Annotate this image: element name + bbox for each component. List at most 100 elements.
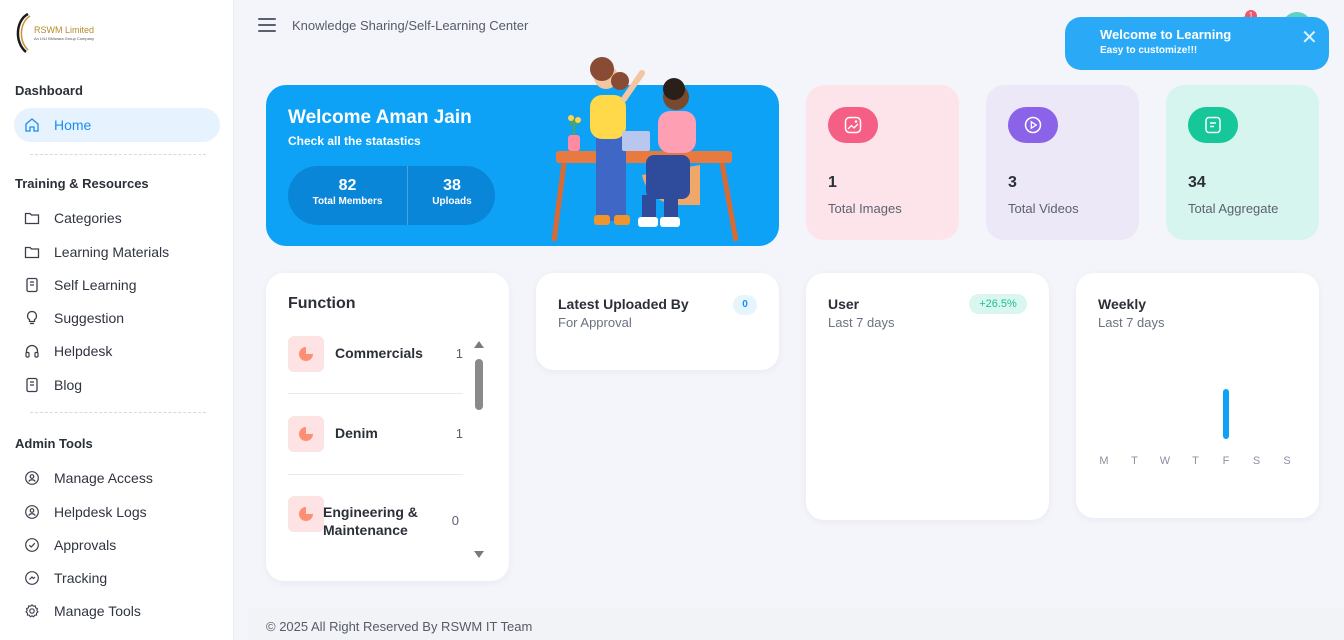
chart-tick-label: M <box>1099 455 1108 467</box>
chart-bar <box>1223 389 1229 439</box>
scroll-down-icon[interactable] <box>474 551 484 558</box>
tile-total-videos[interactable]: 3 Total Videos <box>986 85 1139 240</box>
sidebar-item-label: Home <box>54 117 92 133</box>
welcome-stats: 82 Total Members 38 Uploads <box>288 166 495 225</box>
sidebar-item-label: Self Learning <box>54 277 137 293</box>
stat-label: Uploads <box>432 196 472 207</box>
stat-value: 82 <box>338 177 357 194</box>
change-badge: +26.5% <box>969 294 1027 314</box>
toast-title: Welcome to Learning <box>1100 27 1232 42</box>
tracking-icon <box>24 570 40 586</box>
user-circle-icon <box>24 470 40 486</box>
sidebar-divider <box>30 154 206 155</box>
play-icon <box>1008 107 1058 143</box>
stat-total-members: 82 Total Members <box>288 166 408 225</box>
sidebar: RSWM Limited An LNJ Bhilwara Group Compa… <box>0 0 234 640</box>
sidebar-item-label: Helpdesk <box>54 343 113 359</box>
welcome-card: Welcome Aman Jain Check all the statasti… <box>266 57 779 246</box>
scroll-up-icon[interactable] <box>474 341 484 348</box>
sidebar-item-categories[interactable]: Categories <box>14 201 220 235</box>
sidebar-item-label: Manage Tools <box>54 603 141 619</box>
section-title-dashboard: Dashboard <box>15 83 83 98</box>
sidebar-item-home[interactable]: Home <box>14 108 220 142</box>
card-subtitle: Last 7 days <box>828 315 895 330</box>
lightbulb-icon <box>24 310 40 326</box>
footer-text: © 2025 All Right Reserved By RSWM IT Tea… <box>266 619 533 634</box>
brand-name: RSWM Limited <box>34 24 95 35</box>
tile-value: 34 <box>1188 174 1206 191</box>
scrollbar[interactable] <box>474 341 484 561</box>
tile-value: 3 <box>1008 174 1017 191</box>
tile-total-aggregate[interactable]: 34 Total Aggregate <box>1166 85 1319 240</box>
weekly-card: Weekly Last 7 days M T W T F S S <box>1076 273 1319 518</box>
card-title: Weekly <box>1098 296 1146 312</box>
sidebar-item-suggestion[interactable]: Suggestion <box>14 301 220 335</box>
section-title-training: Training & Resources <box>15 176 149 191</box>
folder-icon <box>24 210 40 226</box>
function-count: 0 <box>451 513 459 528</box>
sidebar-item-label: Suggestion <box>54 310 125 326</box>
card-subtitle: Last 7 days <box>1098 315 1165 330</box>
sidebar-item-approvals[interactable]: Approvals <box>14 528 220 562</box>
chart-tick-label: T <box>1131 455 1138 467</box>
home-icon <box>24 117 40 133</box>
user-circle-icon <box>24 504 40 520</box>
welcome-illustration <box>551 57 739 242</box>
sidebar-item-learning-materials[interactable]: Learning Materials <box>14 235 220 269</box>
pie-chart-icon <box>288 336 324 372</box>
stat-value: 38 <box>443 177 461 194</box>
chart-tick-label: S <box>1283 455 1290 467</box>
sidebar-item-manage-access[interactable]: Manage Access <box>14 461 220 495</box>
chart-tick-label: S <box>1253 455 1260 467</box>
sidebar-item-label: Tracking <box>54 570 108 586</box>
scrollbar-thumb[interactable] <box>475 359 483 410</box>
list-divider <box>288 474 463 475</box>
breadcrumb: Knowledge Sharing/Self-Learning Center <box>292 18 529 33</box>
sidebar-item-blog[interactable]: Blog <box>14 368 220 402</box>
list-item[interactable]: Commercials 1 <box>288 336 463 372</box>
list-item[interactable]: Engineering & Maintenance 0 <box>288 496 463 538</box>
function-card: Function Commercials 1 Denim 1 Engineeri… <box>266 273 509 581</box>
pie-chart-icon <box>288 496 324 532</box>
close-icon[interactable]: ✕ <box>1301 25 1318 50</box>
function-name: Denim <box>335 425 378 441</box>
sidebar-item-label: Blog <box>54 377 83 393</box>
gear-icon <box>24 603 40 619</box>
sidebar-item-manage-tools[interactable]: Manage Tools <box>14 594 220 628</box>
welcome-title: Welcome Aman Jain <box>288 107 472 128</box>
sidebar-item-helpdesk-logs[interactable]: Helpdesk Logs <box>14 495 220 529</box>
chart-tick-label: W <box>1160 455 1171 467</box>
document-icon <box>1188 107 1238 143</box>
tile-label: Total Images <box>828 201 902 216</box>
tile-label: Total Videos <box>1008 201 1079 216</box>
folder-icon <box>24 244 40 260</box>
user-card: User Last 7 days +26.5% <box>806 273 1049 520</box>
menu-toggle-icon[interactable] <box>258 18 276 34</box>
tile-label: Total Aggregate <box>1188 201 1279 216</box>
weekly-bar-chart: MTWTFSS <box>1099 389 1291 467</box>
function-count: 1 <box>455 426 463 441</box>
tile-total-images[interactable]: 1 Total Images <box>806 85 959 240</box>
sidebar-item-label: Manage Access <box>54 470 153 486</box>
function-name: Engineering & Maintenance <box>323 504 418 538</box>
sidebar-item-label: Approvals <box>54 537 117 553</box>
list-item[interactable]: Denim 1 <box>288 416 463 452</box>
brand-tagline: An LNJ Bhilwara Group Company <box>34 35 95 41</box>
welcome-toast: Welcome to Learning Easy to customize!!!… <box>1065 17 1329 70</box>
sidebar-item-tracking[interactable]: Tracking <box>14 561 220 595</box>
sidebar-item-label: Learning Materials <box>54 244 170 260</box>
notebook-icon <box>24 277 40 293</box>
brand-logo[interactable]: RSWM Limited An LNJ Bhilwara Group Compa… <box>14 12 94 54</box>
section-title-admin: Admin Tools <box>15 436 93 451</box>
list-divider <box>288 393 463 394</box>
sidebar-item-self-learning[interactable]: Self Learning <box>14 268 220 302</box>
headset-icon <box>24 343 40 359</box>
sidebar-item-helpdesk[interactable]: Helpdesk <box>14 334 220 368</box>
sidebar-divider <box>30 412 206 413</box>
image-icon <box>828 107 878 143</box>
logo-mark-icon <box>14 12 32 54</box>
pie-chart-icon <box>288 416 324 452</box>
card-title: User <box>828 296 860 312</box>
chart-tick-label: T <box>1192 455 1199 467</box>
sidebar-item-label: Helpdesk Logs <box>54 504 147 520</box>
